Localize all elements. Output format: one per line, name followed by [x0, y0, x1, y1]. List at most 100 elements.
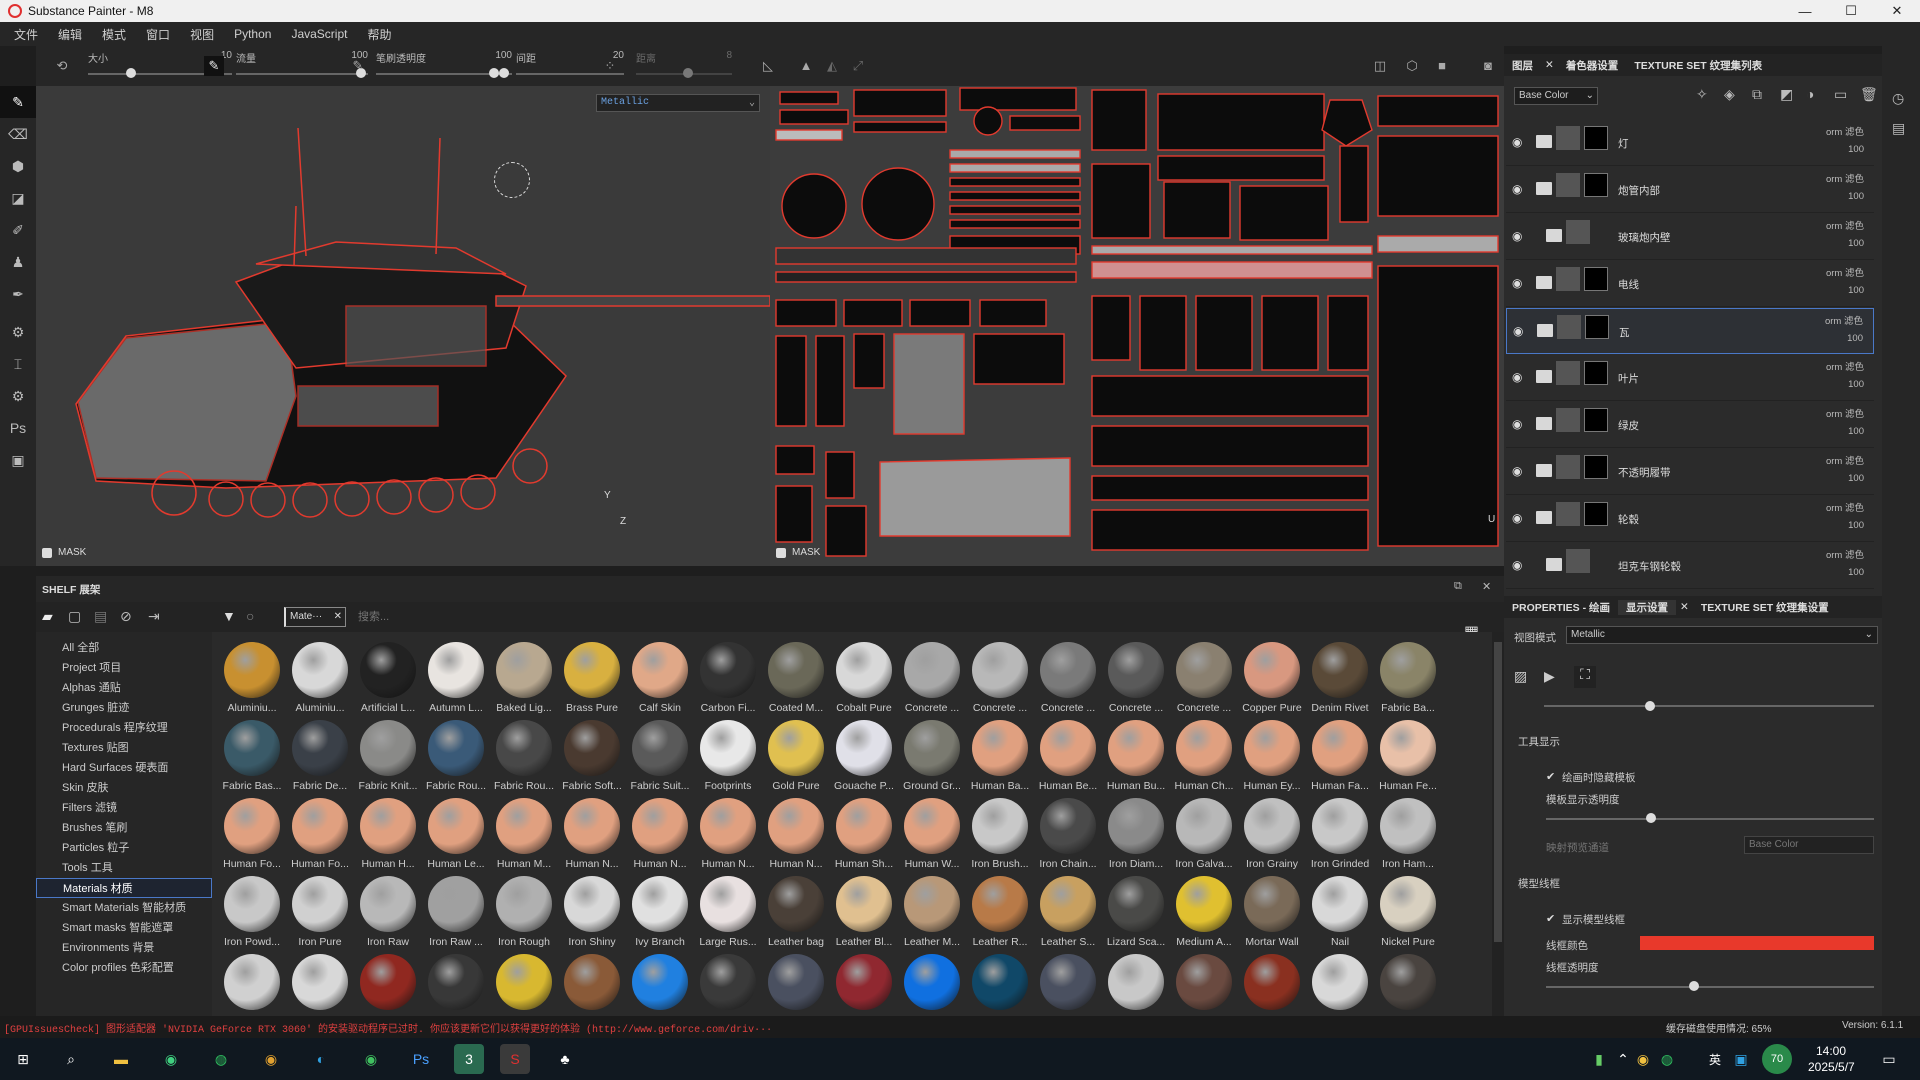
size-slider-knob[interactable] — [125, 68, 136, 78]
video-camera-icon[interactable]: ▶ — [1544, 668, 1555, 685]
frame-icon[interactable]: ⛶ — [1574, 666, 1596, 688]
material-tile[interactable]: Concrete ... — [1170, 640, 1238, 718]
layer-opacity[interactable]: 100 — [1848, 473, 1864, 484]
layer-row[interactable]: ◉ 轮毂 orm 滤色 100 — [1506, 496, 1874, 542]
channel-select[interactable]: Metallic ⌄ — [596, 94, 760, 112]
wechat-tray-icon[interactable]: ◍ — [1652, 1044, 1682, 1074]
menu-edit[interactable]: 编辑 — [48, 26, 92, 43]
material-tile[interactable]: Iron Raw — [354, 874, 422, 952]
layer-row[interactable]: ◉ 瓦 orm 滤色 100 — [1506, 308, 1874, 354]
material-tile[interactable]: Iron Chain... — [1034, 796, 1102, 874]
jitter-slider[interactable]: 距离 8 — [636, 46, 732, 86]
material-tile[interactable]: Iron Grinded — [1306, 796, 1374, 874]
export-icon[interactable]: ▣ — [0, 444, 36, 476]
material-tile[interactable]: Human Sh... — [830, 796, 898, 874]
measure-icon[interactable]: ⌶ — [0, 348, 36, 380]
smudge-icon[interactable]: ✐ — [0, 214, 36, 246]
log-icon[interactable]: ▤ — [1892, 120, 1905, 137]
material-tile[interactable]: Human N... — [626, 796, 694, 874]
menu-view[interactable]: 视图 — [180, 26, 224, 43]
undock-icon[interactable]: ⧉ — [1454, 580, 1462, 593]
view-mode-select[interactable]: Metallic ⌄ — [1566, 626, 1878, 644]
material-tile[interactable]: Human Fo... — [286, 796, 354, 874]
visibility-eye-icon[interactable]: ◉ — [1512, 229, 1528, 243]
material-tile[interactable]: Concrete ... — [1102, 640, 1170, 718]
material-tile[interactable]: Calf Skin — [626, 640, 694, 718]
shelf-category[interactable]: Project 项目 — [36, 658, 212, 678]
material-tile[interactable]: Human Ba... — [966, 718, 1034, 796]
material-tile[interactable]: Iron Grainy — [1238, 796, 1306, 874]
material-tile[interactable]: Artificial L... — [354, 640, 422, 718]
edge-icon[interactable]: ◐ — [306, 1044, 336, 1074]
tab-layers[interactable]: 图层 — [1504, 58, 1541, 73]
material-tile[interactable]: Iron Rough — [490, 874, 558, 952]
material-tile[interactable] — [354, 952, 422, 1016]
material-tile[interactable] — [1374, 952, 1442, 1016]
material-tile[interactable]: Fabric Suit... — [626, 718, 694, 796]
mask-thumbnail[interactable] — [1584, 361, 1608, 385]
material-tile[interactable]: Fabric Rou... — [422, 718, 490, 796]
shelf-category[interactable]: Materials 材质 — [36, 878, 212, 898]
import-icon[interactable]: ⇥ — [148, 608, 160, 625]
folder-icon[interactable] — [1536, 276, 1552, 289]
material-tile[interactable]: Brass Pure — [558, 640, 626, 718]
material-tile[interactable] — [762, 952, 830, 1016]
substance-painter-icon[interactable]: S — [500, 1044, 530, 1074]
material-tile[interactable]: Leather R... — [966, 874, 1034, 952]
layer-blend-mode[interactable]: orm 滤色 — [1826, 406, 1864, 420]
material-tile[interactable] — [490, 952, 558, 1016]
material-tile[interactable]: Human Ch... — [1170, 718, 1238, 796]
shelf-category[interactable]: Brushes 笔刷 — [36, 818, 212, 838]
material-tile[interactable]: Nail — [1306, 874, 1374, 952]
visibility-eye-icon[interactable]: ◉ — [1512, 464, 1528, 478]
layer-row[interactable]: ◉ 灯 orm 滤色 100 — [1506, 120, 1874, 166]
wireframe-color-swatch[interactable] — [1640, 936, 1874, 950]
search-icon[interactable]: ⌕ — [56, 1044, 86, 1074]
material-tile[interactable]: Carbon Fi... — [694, 640, 762, 718]
material-tile[interactable]: Mortar Wall — [1238, 874, 1306, 952]
material-tile[interactable]: Human W... — [898, 796, 966, 874]
stencil-opacity-track[interactable] — [1546, 818, 1874, 820]
shelf-category[interactable]: Environments 背景 — [36, 938, 212, 958]
folder-icon[interactable] — [1546, 229, 1562, 242]
material-tile[interactable]: Large Rus... — [694, 874, 762, 952]
material-tile[interactable]: Human Fa... — [1306, 718, 1374, 796]
shelf-category[interactable]: Tools 工具 — [36, 858, 212, 878]
photoshop-icon[interactable]: Ps — [406, 1044, 436, 1074]
folder-icon[interactable] — [1536, 511, 1552, 524]
layer-row[interactable]: ◉ 玻璃炮内壁 orm 滤色 100 — [1506, 214, 1874, 260]
layer-opacity[interactable]: 100 — [1847, 333, 1863, 344]
folder-icon[interactable] — [1536, 417, 1552, 430]
layer-blend-mode[interactable]: orm 滤色 — [1826, 500, 1864, 514]
projection-icon[interactable]: ⬢ — [0, 150, 36, 182]
tab-texture-set-list[interactable]: TEXTURE SET 纹理集列表 — [1626, 58, 1770, 73]
file-explorer-icon[interactable]: ▬ — [106, 1044, 136, 1074]
material-tile[interactable]: Ivy Branch — [626, 874, 694, 952]
minimize-button[interactable]: — — [1782, 0, 1828, 22]
pen-pressure-icon[interactable]: ✎ — [348, 56, 368, 76]
add-mask-icon[interactable]: ◩ — [1780, 86, 1793, 103]
alignment-icon[interactable]: ◺ — [758, 56, 778, 76]
material-tile[interactable]: Fabric Ba... — [1374, 640, 1442, 718]
material-tile[interactable]: Leather Bl... — [830, 874, 898, 952]
material-tile[interactable]: Human Fe... — [1374, 718, 1442, 796]
jitter-value[interactable]: 8 — [726, 50, 732, 61]
clock-time[interactable]: 14:00 — [1816, 1044, 1846, 1058]
material-tile[interactable]: Iron Ham... — [1374, 796, 1442, 874]
material-tile[interactable]: Copper Pure — [1238, 640, 1306, 718]
material-tile[interactable] — [830, 952, 898, 1016]
qq-icon[interactable]: ♣ — [550, 1044, 580, 1074]
material-tile[interactable]: Iron Pure — [286, 874, 354, 952]
layer-opacity[interactable]: 100 — [1848, 238, 1864, 249]
pen-pressure-icon[interactable]: ✎ — [204, 56, 224, 76]
shelf-category[interactable]: Alphas 通贴 — [36, 678, 212, 698]
shelf-category[interactable]: All 全部 — [36, 638, 212, 658]
top-slider-knob[interactable] — [1644, 701, 1655, 711]
material-tile[interactable] — [1170, 952, 1238, 1016]
map-channel-select[interactable]: Base Color — [1744, 836, 1874, 854]
layer-opacity[interactable]: 100 — [1848, 567, 1864, 578]
tab-properties[interactable]: PROPERTIES - 绘画 — [1504, 600, 1618, 615]
mirror-x-icon[interactable]: ▲ — [796, 56, 816, 76]
settings-gear-icon[interactable]: ⚙ — [0, 380, 36, 412]
material-tile[interactable]: Autumn L... — [422, 640, 490, 718]
